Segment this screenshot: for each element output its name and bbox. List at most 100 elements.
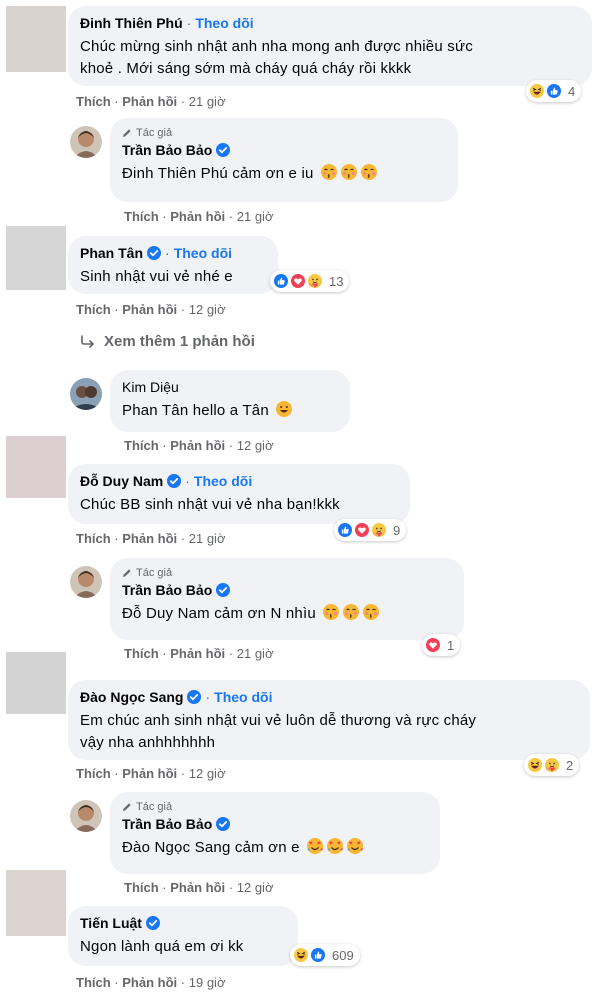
reaction-summary[interactable]: 609 — [290, 944, 360, 966]
reply-button[interactable]: Phản hồi — [170, 438, 225, 453]
reply-bubble: Tác giả Trần Bảo Bảo Đinh Thiên Phú cảm … — [110, 118, 458, 202]
timestamp[interactable]: 21 giờ — [237, 209, 274, 224]
comment-bubble: Tiến Luật Ngon lành quá em ơi kk — [68, 906, 298, 966]
comment-header: Trần Bảo Bảo — [122, 141, 446, 159]
reaction-count: 609 — [332, 947, 354, 963]
haha-icon — [526, 756, 544, 774]
pen-icon — [123, 803, 131, 811]
comment-text: Đào Ngọc Sang cảm ơn e — [122, 837, 428, 859]
follow-button[interactable]: Theo dõi — [214, 688, 272, 706]
reaction-summary[interactable]: 9 — [334, 519, 407, 541]
like-icon — [545, 82, 563, 100]
pen-icon — [123, 569, 131, 577]
reply-bubble: Tác giả Trần Bảo Bảo Đỗ Duy Nam cảm ơn N… — [110, 558, 464, 640]
reaction-summary[interactable]: 13 — [270, 270, 350, 292]
commenter-name[interactable]: Tiến Luật — [80, 914, 142, 932]
avatar[interactable] — [70, 126, 102, 158]
commenter-name[interactable]: Đỗ Duy Nam — [80, 472, 163, 490]
comment-text: Đinh Thiên Phú cảm ơn e iu — [122, 163, 446, 185]
like-button[interactable]: Thích — [76, 975, 111, 990]
avatar[interactable] — [6, 436, 66, 498]
commenter-name[interactable]: Kim Diệu — [122, 378, 179, 396]
smiling-hearts-emoji-icon — [306, 837, 324, 855]
avatar[interactable] — [6, 6, 66, 72]
commenter-name[interactable]: Trần Bảo Bảo — [122, 581, 212, 599]
commenter-name[interactable]: Trần Bảo Bảo — [122, 815, 212, 833]
reaction-summary[interactable]: 2 — [524, 754, 580, 776]
pen-icon — [123, 129, 131, 137]
avatar[interactable] — [6, 870, 66, 936]
timestamp[interactable]: 12 giờ — [237, 438, 274, 453]
like-button[interactable]: Thích — [76, 766, 111, 781]
like-button[interactable]: Thích — [124, 438, 159, 453]
reaction-summary[interactable]: 1 — [422, 634, 461, 656]
like-button[interactable]: Thích — [124, 646, 159, 661]
like-icon — [336, 521, 354, 539]
comment-text: Sinh nhật vui vẻ nhé e — [80, 268, 233, 285]
reply-button[interactable]: Phản hồi — [122, 766, 177, 781]
love-icon — [353, 521, 371, 539]
reply-button[interactable]: Phản hồi — [122, 531, 177, 546]
avatar[interactable] — [70, 378, 102, 410]
verified-badge-icon — [216, 143, 231, 157]
like-button[interactable]: Thích — [76, 94, 111, 109]
comment-actions: Thích · Phản hồi · 12 giờ — [124, 438, 274, 453]
comment-actions: Thích · Phản hồi · 21 giờ — [76, 94, 226, 109]
timestamp[interactable]: 12 giờ — [189, 302, 226, 317]
like-icon — [272, 272, 290, 290]
timestamp[interactable]: 21 giờ — [189, 94, 226, 109]
author-tag: Tác giả — [122, 126, 446, 140]
like-button[interactable]: Thích — [76, 531, 111, 546]
commenter-name[interactable]: Phan Tân — [80, 244, 143, 262]
see-more-replies-link[interactable]: Xem thêm 1 phản hồi — [80, 333, 255, 350]
like-button[interactable]: Thích — [124, 209, 159, 224]
comment-actions: Thích · Phản hồi · 21 giờ — [124, 209, 274, 224]
comment-text-line: Em chúc anh sinh nhật vui vẻ luôn dễ thư… — [80, 712, 477, 729]
care-icon — [543, 756, 561, 774]
follow-button[interactable]: Theo dõi — [195, 14, 253, 32]
comment-bubble: Đinh Thiên Phú · Theo dõi Chúc mừng sinh… — [68, 6, 592, 86]
commenter-name[interactable]: Đinh Thiên Phú — [80, 14, 183, 32]
verified-badge-icon — [216, 583, 231, 597]
reply-button[interactable]: Phản hồi — [170, 880, 225, 895]
reply-button[interactable]: Phản hồi — [122, 94, 177, 109]
reply-button[interactable]: Phản hồi — [122, 302, 177, 317]
avatar[interactable] — [70, 566, 102, 598]
comment-header: Đỗ Duy Nam · Theo dõi — [80, 472, 253, 490]
avatar[interactable] — [6, 226, 66, 290]
haha-icon — [528, 82, 546, 100]
commenter-name[interactable]: Đào Ngọc Sang — [80, 688, 183, 706]
comment-text-line: vậy nha anhhhhhhh — [80, 734, 216, 751]
reaction-summary[interactable]: 4 — [526, 80, 582, 102]
timestamp[interactable]: 21 giờ — [237, 646, 274, 661]
like-button[interactable]: Thích — [76, 302, 111, 317]
reply-button[interactable]: Phản hồi — [170, 646, 225, 661]
reaction-count: 9 — [393, 522, 401, 538]
comment-text-line: khoẻ . Mới sáng sớm mà cháy quá cháy rồi… — [80, 60, 412, 77]
reply-button[interactable]: Phản hồi — [170, 209, 225, 224]
author-tag: Tác giả — [122, 800, 428, 814]
reply-arrow-icon — [81, 334, 94, 348]
timestamp[interactable]: 19 giờ — [189, 975, 226, 990]
avatar[interactable] — [70, 800, 102, 832]
haha-icon — [292, 946, 310, 964]
comment-actions: Thích · Phản hồi · 12 giờ — [76, 766, 226, 781]
comment-header: Trần Bảo Bảo — [122, 815, 428, 833]
comment-header: Phan Tân · Theo dõi — [80, 244, 233, 262]
follow-button[interactable]: Theo dõi — [194, 472, 252, 490]
reply-button[interactable]: Phản hồi — [122, 975, 177, 990]
timestamp[interactable]: 12 giờ — [189, 766, 226, 781]
comment-text-line: Chúc mừng sinh nhật anh nha mong anh đượ… — [80, 38, 473, 55]
commenter-name[interactable]: Trần Bảo Bảo — [122, 141, 212, 159]
comment-text: Ngon lành quá em ơi kk — [80, 938, 244, 955]
like-button[interactable]: Thích — [124, 880, 159, 895]
timestamp[interactable]: 21 giờ — [189, 531, 226, 546]
comment-text: Phan Tân hello a Tân — [122, 400, 338, 422]
like-icon — [309, 946, 327, 964]
verified-badge-icon — [167, 474, 182, 488]
timestamp[interactable]: 12 giờ — [237, 880, 274, 895]
avatar[interactable] — [6, 652, 66, 714]
reaction-count: 4 — [568, 83, 576, 99]
follow-button[interactable]: Theo dõi — [174, 244, 232, 262]
verified-badge-icon — [145, 916, 160, 930]
